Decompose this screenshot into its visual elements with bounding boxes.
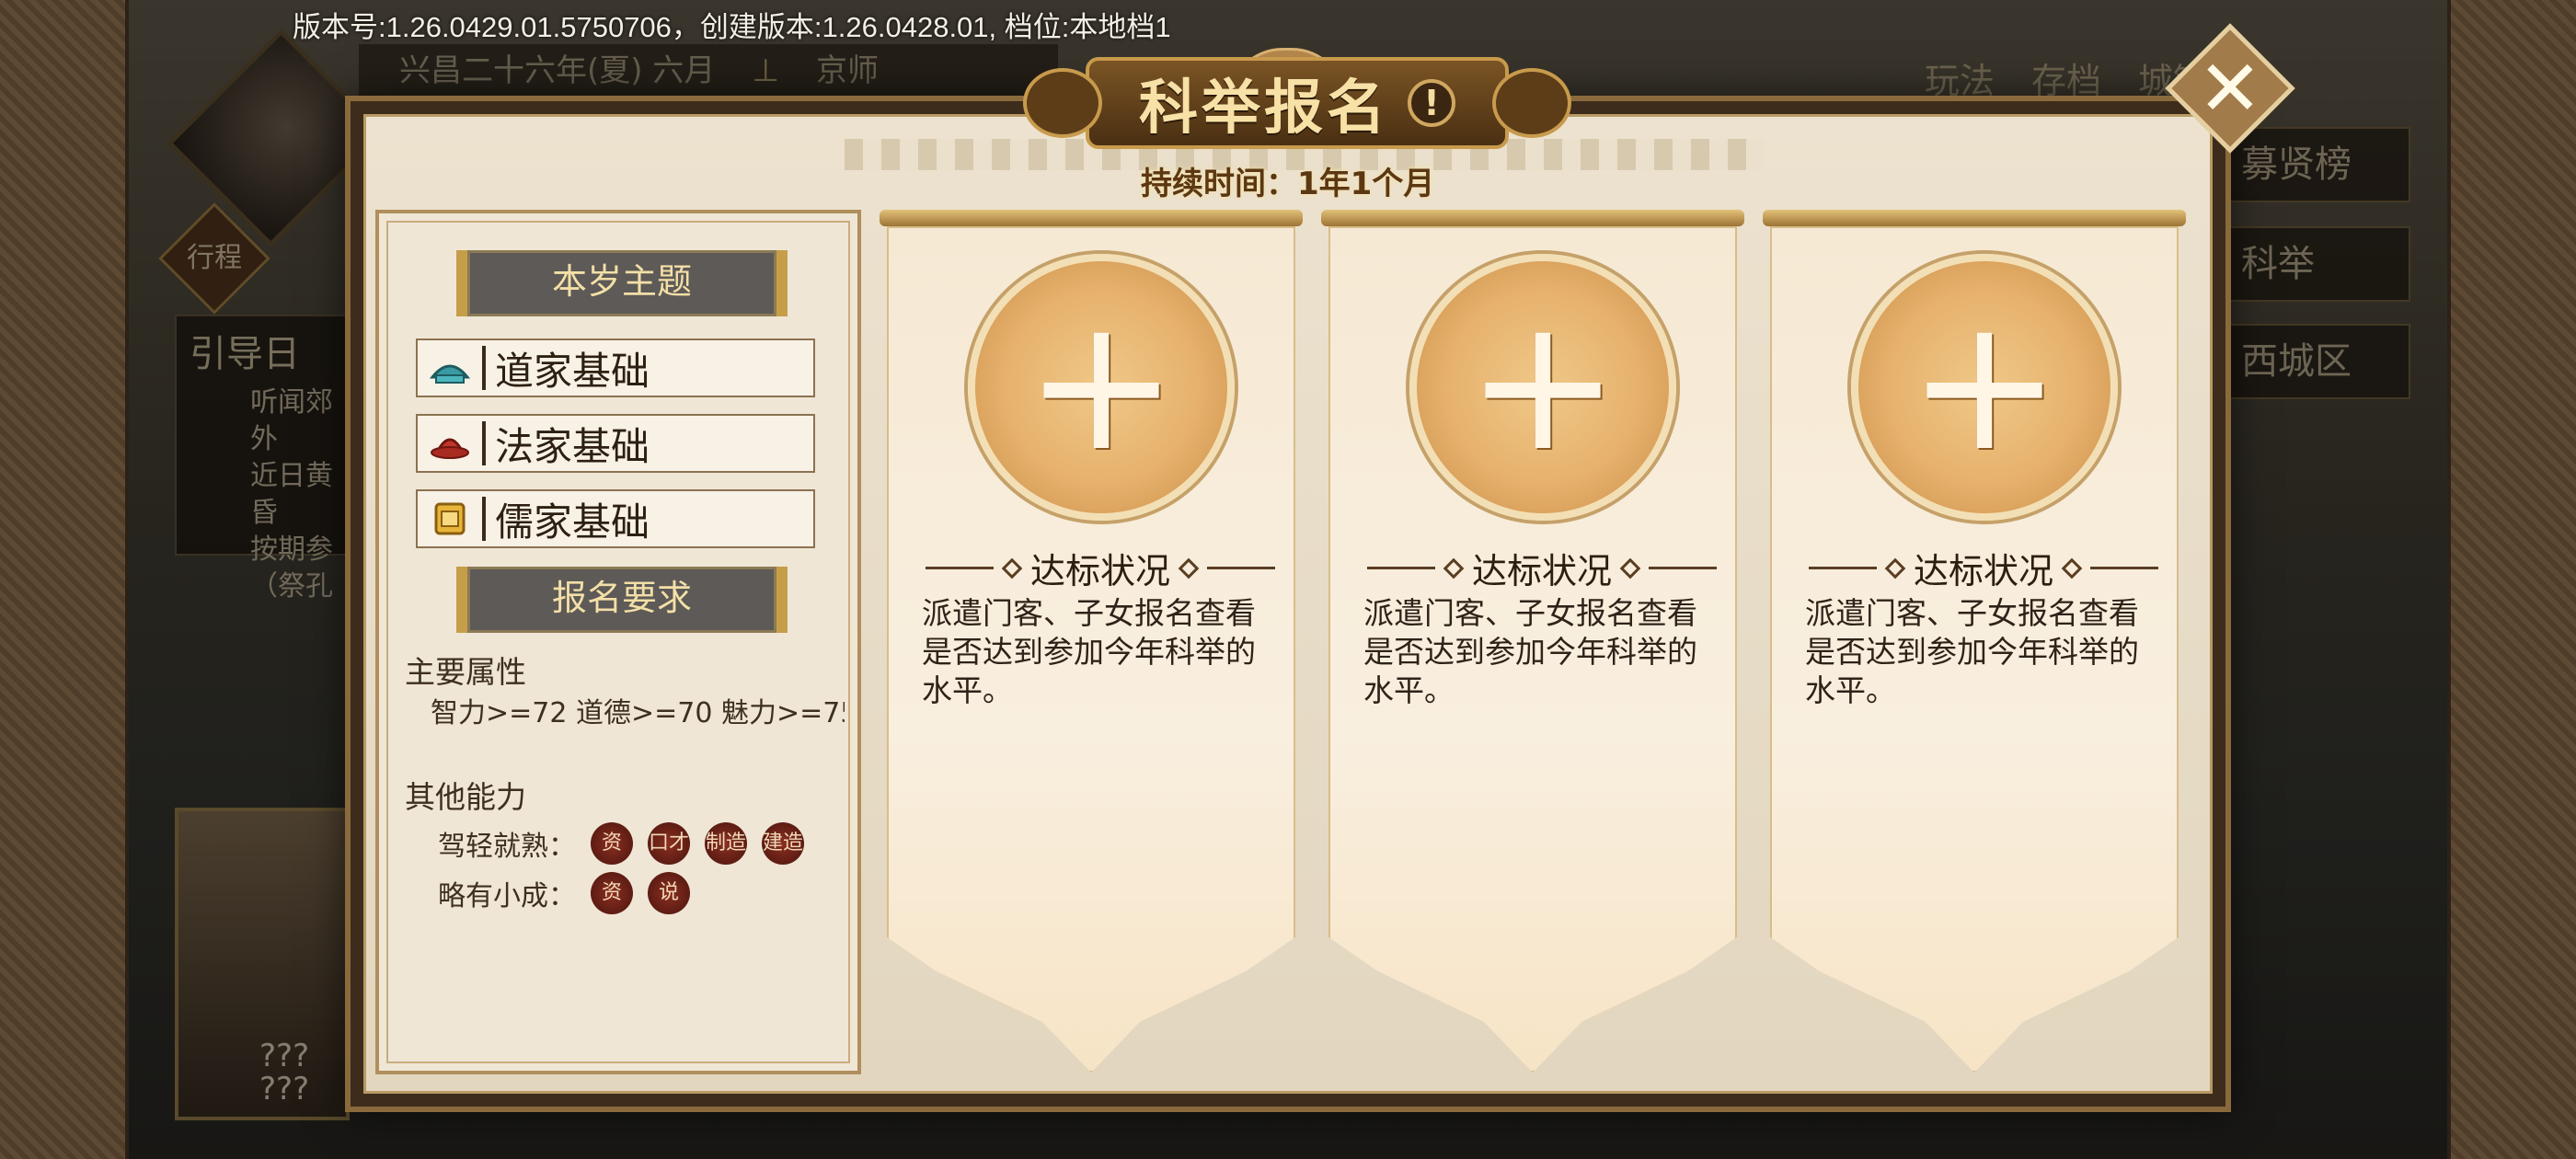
status-heading: 达标状况 [1367,543,1718,593]
divider [482,497,486,541]
divider [482,421,486,465]
add-candidate-button[interactable]: + [968,254,1235,521]
status-heading: 达标状况 [1809,543,2159,593]
requirement-header: 报名要求 [456,567,788,633]
ability-level-label: 略有小成： [438,880,576,912]
plus-icon: + [1466,278,1620,492]
duration-text: 持续时间：1年1个月 [1141,166,1435,202]
candidate-banner: + 达标状况 派遣门客、子女报名查看是否达到参加今年科举的水平。 [1763,210,2186,1074]
red-hat-icon [425,419,475,468]
ability-row-proficient: 驾轻就熟： 资 口才 制造 建造 [438,822,804,865]
diamond-ornament-icon [1884,557,1906,579]
school-name: 道家基础 [495,348,650,394]
banner-body: + 达标状况 派遣门客、子女报名查看是否达到参加今年科举的水平。 [887,226,1295,1073]
banner-rod [1763,210,2186,226]
school-name: 法家基础 [495,423,650,469]
skill-seal-icon[interactable]: 口才 [648,822,690,865]
banner-description: 派遣门客、子女报名查看是否达到参加今年科举的水平。 [1363,595,1697,708]
exam-info-panel: 本岁主题 道家基础 法家基础 儒家基础 报名要求 主要属性 智力>=72 道德>… [375,210,861,1074]
version-text: 版本号:1.26.0429.01.5750706，创建版本:1.26.0428.… [293,11,1171,43]
status-label: 达标状况 [1472,551,1613,591]
right-border-pattern [2447,0,2576,1159]
divider [1649,567,1718,569]
cloud-ornament-icon [1492,68,1571,138]
plus-icon: + [1024,278,1179,492]
skill-seal-icon[interactable]: 资 [591,822,633,865]
status-label: 达标状况 [1030,551,1171,591]
school-row-legalist[interactable]: 法家基础 [416,414,815,473]
candidate-banner: + 达标状况 派遣门客、子女报名查看是否达到参加今年科举的水平。 [1321,210,1744,1074]
gold-crown-icon [425,494,475,544]
divider [926,567,994,569]
skill-seal-icon[interactable]: 说 [648,872,690,914]
divider [2090,567,2159,569]
divider [1367,567,1435,569]
ability-level-label: 驾轻就熟： [438,831,576,863]
banner-rod [1321,210,1744,226]
modal-title: 科举报名 [1139,75,1389,143]
school-name: 儒家基础 [495,499,650,545]
main-attr-values: 智力>=72 道德>=70 魅力>=75 [431,697,845,729]
info-icon[interactable]: ! [1408,79,1455,127]
divider [1809,567,1877,569]
banner-description: 派遣门客、子女报名查看是否达到参加今年科举的水平。 [1805,595,2139,708]
banner-rod [880,210,1303,226]
teal-cap-icon [425,343,475,393]
cloud-ornament-icon [1023,68,1102,138]
skill-seal-icon[interactable]: 建造 [762,822,804,865]
school-row-daoist[interactable]: 道家基础 [416,339,815,397]
divider [1207,567,1276,569]
diamond-ornament-icon [1443,557,1465,579]
close-icon: ✕ [2197,43,2263,133]
school-row-confucian[interactable]: 儒家基础 [416,489,815,548]
diamond-ornament-icon [1619,557,1641,579]
skill-seal-icon[interactable]: 资 [591,872,633,914]
banner-description: 派遣门客、子女报名查看是否达到参加今年科举的水平。 [922,595,1256,708]
diamond-ornament-icon [1178,557,1200,579]
plus-icon: + [1907,278,2062,492]
candidate-banner: + 达标状况 派遣门客、子女报名查看是否达到参加今年科举的水平。 [880,210,1303,1074]
diamond-ornament-icon [2061,557,2083,579]
left-border-pattern [0,0,129,1159]
diamond-ornament-icon [1001,557,1023,579]
status-heading: 达标状况 [926,543,1276,593]
main-attr-label: 主要属性 [405,654,526,690]
ability-row-basic: 略有小成： 资 说 [438,872,690,914]
add-candidate-button[interactable]: + [1409,254,1676,521]
divider [482,346,486,390]
status-label: 达标状况 [1914,551,2054,591]
other-ability-label: 其他能力 [405,779,526,815]
theme-header: 本岁主题 [456,250,788,316]
add-candidate-button[interactable]: + [1851,254,2118,521]
skill-seal-icon[interactable]: 制造 [705,822,747,865]
banner-body: + 达标状况 派遣门客、子女报名查看是否达到参加今年科举的水平。 [1770,226,2179,1073]
banner-body: + 达标状况 派遣门客、子女报名查看是否达到参加今年科举的水平。 [1328,226,1737,1073]
title-plate: 科举报名 ! [1023,57,1571,149]
